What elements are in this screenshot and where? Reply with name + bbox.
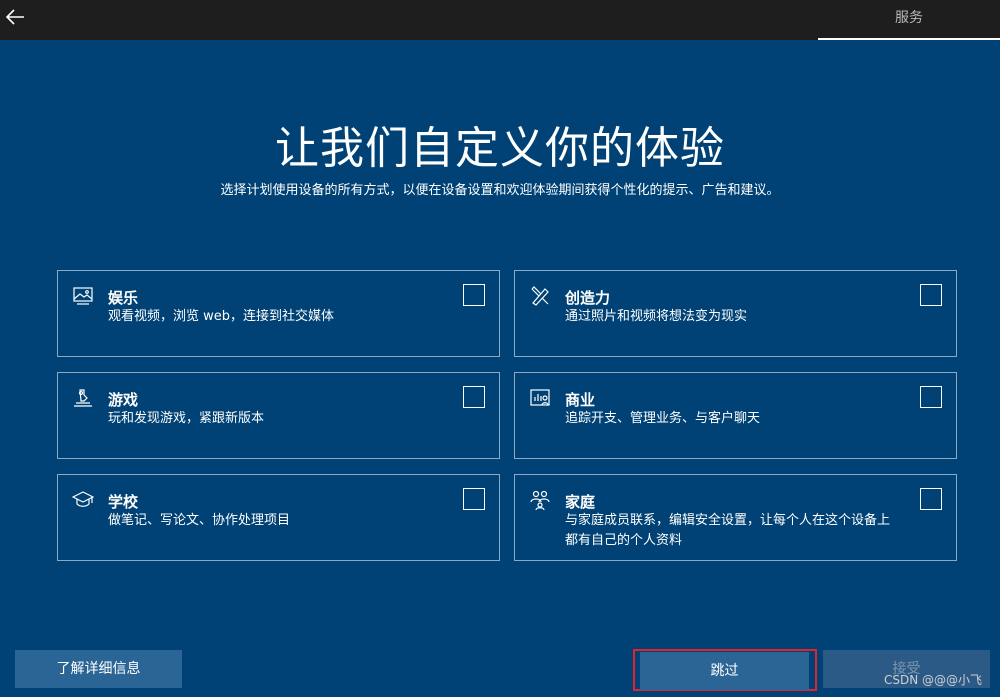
option-card-creativity[interactable]: 创造力 通过照片和视频将想法变为现实 [514,270,957,357]
option-checkbox[interactable] [463,386,485,408]
family-icon [529,489,551,511]
option-card-school[interactable]: 学校 做笔记、写论文、协作处理项目 [57,474,500,561]
option-description: 通过照片和视频将想法变为现实 [565,309,748,324]
school-icon [72,489,94,511]
option-description: 做笔记、写论文、协作处理项目 [108,513,291,528]
option-title: 创造力 [565,289,611,307]
option-card-family[interactable]: 家庭 与家庭成员联系，编辑安全设置，让每个人在这个设备上都有自己的个人资料 [514,474,957,561]
watermark: CSDN @@@小飞 [883,673,982,687]
option-description: 追踪开支、管理业务、与客户聊天 [565,411,761,426]
option-title: 游戏 [108,391,139,409]
option-checkbox[interactable] [920,488,942,510]
option-title: 娱乐 [108,289,139,307]
option-title: 家庭 [565,493,596,511]
option-checkbox[interactable] [920,284,942,306]
entertainment-icon [72,285,94,307]
tab-underline [818,38,1000,40]
option-checkbox[interactable] [463,488,485,510]
tab-services[interactable]: 服务 [818,0,1000,38]
option-card-entertainment[interactable]: 娱乐 观看视频，浏览 web，连接到社交媒体 [57,270,500,357]
page-subtitle: 选择计划使用设备的所有方式，以便在设备设置和欢迎体验期间获得个性化的提示、广告和… [220,183,780,198]
option-card-gaming[interactable]: 游戏 玩和发现游戏，紧跟新版本 [57,372,500,459]
top-bar: 服务 [0,0,1000,40]
page-title: 让我们自定义你的体验 [275,123,725,174]
option-checkbox[interactable] [920,386,942,408]
skip-button[interactable]: 跳过 [640,652,809,690]
learn-more-button[interactable]: 了解详细信息 [15,650,182,688]
option-title: 学校 [108,493,139,511]
arrow-left-icon [5,9,24,25]
back-button[interactable] [2,4,28,30]
option-description: 玩和发现游戏，紧跟新版本 [108,411,265,426]
option-description: 与家庭成员联系，编辑安全设置，让每个人在这个设备上都有自己的个人资料 [565,513,891,548]
option-title: 商业 [565,391,596,409]
option-card-business[interactable]: 商业 追踪开支、管理业务、与客户聊天 [514,372,957,459]
option-checkbox[interactable] [463,284,485,306]
business-icon [529,387,551,409]
option-description: 观看视频，浏览 web，连接到社交媒体 [108,309,335,324]
creativity-icon [529,285,551,307]
gaming-icon [72,387,94,409]
